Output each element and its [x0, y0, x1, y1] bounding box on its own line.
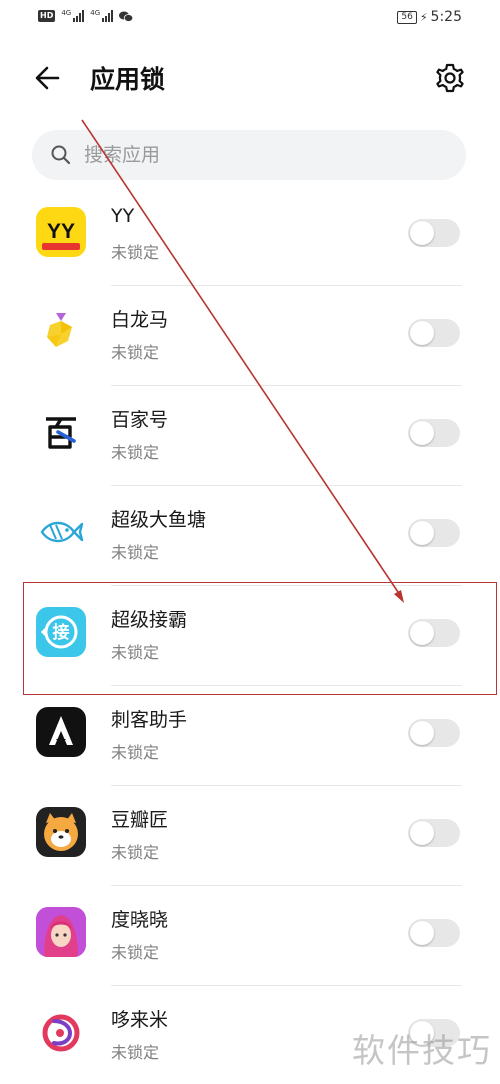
lock-toggle[interactable]: [408, 419, 460, 447]
app-name: 白龙马: [111, 309, 169, 331]
network-type-label-2: 4G: [90, 9, 101, 17]
search-input[interactable]: [82, 143, 426, 167]
status-right: 56 ⚡ 5:25: [397, 9, 462, 25]
signal-icon: 4G: [61, 9, 85, 22]
duxiaoxiao-app-icon: [36, 907, 86, 957]
app-name: YY: [111, 205, 135, 227]
lock-status: 未锁定: [111, 543, 160, 562]
network-type-label: 4G: [61, 9, 72, 17]
toggle-knob: [410, 821, 434, 845]
fish-pond-app-icon: [36, 507, 86, 557]
status-left: HD 4G 4G: [38, 9, 134, 22]
signal-icon-2: 4G: [90, 9, 114, 22]
toggle-knob: [410, 421, 434, 445]
lock-toggle[interactable]: [408, 319, 460, 347]
list-item[interactable]: 百家号 未锁定: [0, 386, 500, 486]
baijiahao-app-icon: [36, 407, 86, 457]
hd-badge: HD: [38, 10, 56, 22]
app-name: 超级大鱼塘: [111, 509, 207, 531]
list-item[interactable]: 超级大鱼塘 未锁定: [0, 486, 500, 586]
list-item[interactable]: 刺客助手 未锁定: [0, 686, 500, 786]
charging-icon: ⚡: [419, 10, 428, 24]
list-item[interactable]: 白龙马 未锁定: [0, 286, 500, 386]
status-bar: HD 4G 4G 56 ⚡ 5:25: [0, 0, 500, 36]
app-name: 度晓晓: [111, 909, 169, 931]
yy-app-icon: YY: [36, 207, 86, 257]
toggle-knob: [410, 721, 434, 745]
lock-toggle[interactable]: [408, 719, 460, 747]
lock-toggle[interactable]: [408, 919, 460, 947]
lock-status: 未锁定: [111, 1043, 160, 1062]
wechat-icon: [119, 11, 134, 22]
lock-toggle[interactable]: [408, 819, 460, 847]
list-item[interactable]: 豆瓣匠 未锁定: [0, 786, 500, 886]
battery-icon: 56: [397, 10, 417, 24]
toggle-knob: [410, 521, 434, 545]
duolaimi-app-icon: [36, 1007, 86, 1057]
list-item[interactable]: YY YY 未锁定: [0, 186, 500, 286]
search-box[interactable]: [32, 130, 466, 180]
app-name: 豆瓣匠: [111, 809, 169, 831]
watermark: 软件技巧: [352, 1031, 492, 1070]
toggle-knob: [410, 921, 434, 945]
gear-icon[interactable]: [434, 62, 466, 94]
lock-status: 未锁定: [111, 843, 160, 862]
annotation-highlight-box: [23, 582, 497, 695]
lock-status: 未锁定: [111, 743, 160, 762]
app-name: 百家号: [111, 409, 169, 431]
clock: 5:25: [430, 9, 462, 25]
app-lock-screen: HD 4G 4G 56 ⚡ 5:25 应用锁 搜索应用 YY YY 未锁定 白龙…: [0, 0, 500, 1084]
header: 应用锁: [0, 44, 500, 110]
lock-status: 未锁定: [111, 243, 160, 262]
page-title: 应用锁: [90, 65, 166, 94]
list-item[interactable]: 度晓晓 未锁定: [0, 886, 500, 986]
bailongma-app-icon: [36, 307, 86, 357]
arrow-left-icon[interactable]: [32, 62, 64, 94]
lock-status: 未锁定: [111, 343, 160, 362]
toggle-knob: [410, 321, 434, 345]
toggle-knob: [410, 221, 434, 245]
app-name: 哆来米: [111, 1009, 169, 1031]
lock-status: 未锁定: [111, 943, 160, 962]
lock-toggle[interactable]: [408, 219, 460, 247]
assassin-app-icon: [36, 707, 86, 757]
doubanjiang-app-icon: [36, 807, 86, 857]
lock-toggle[interactable]: [408, 519, 460, 547]
search-icon: [51, 145, 71, 165]
lock-status: 未锁定: [111, 443, 160, 462]
svg-text:YY: YY: [47, 220, 75, 243]
app-name: 刺客助手: [111, 709, 188, 731]
